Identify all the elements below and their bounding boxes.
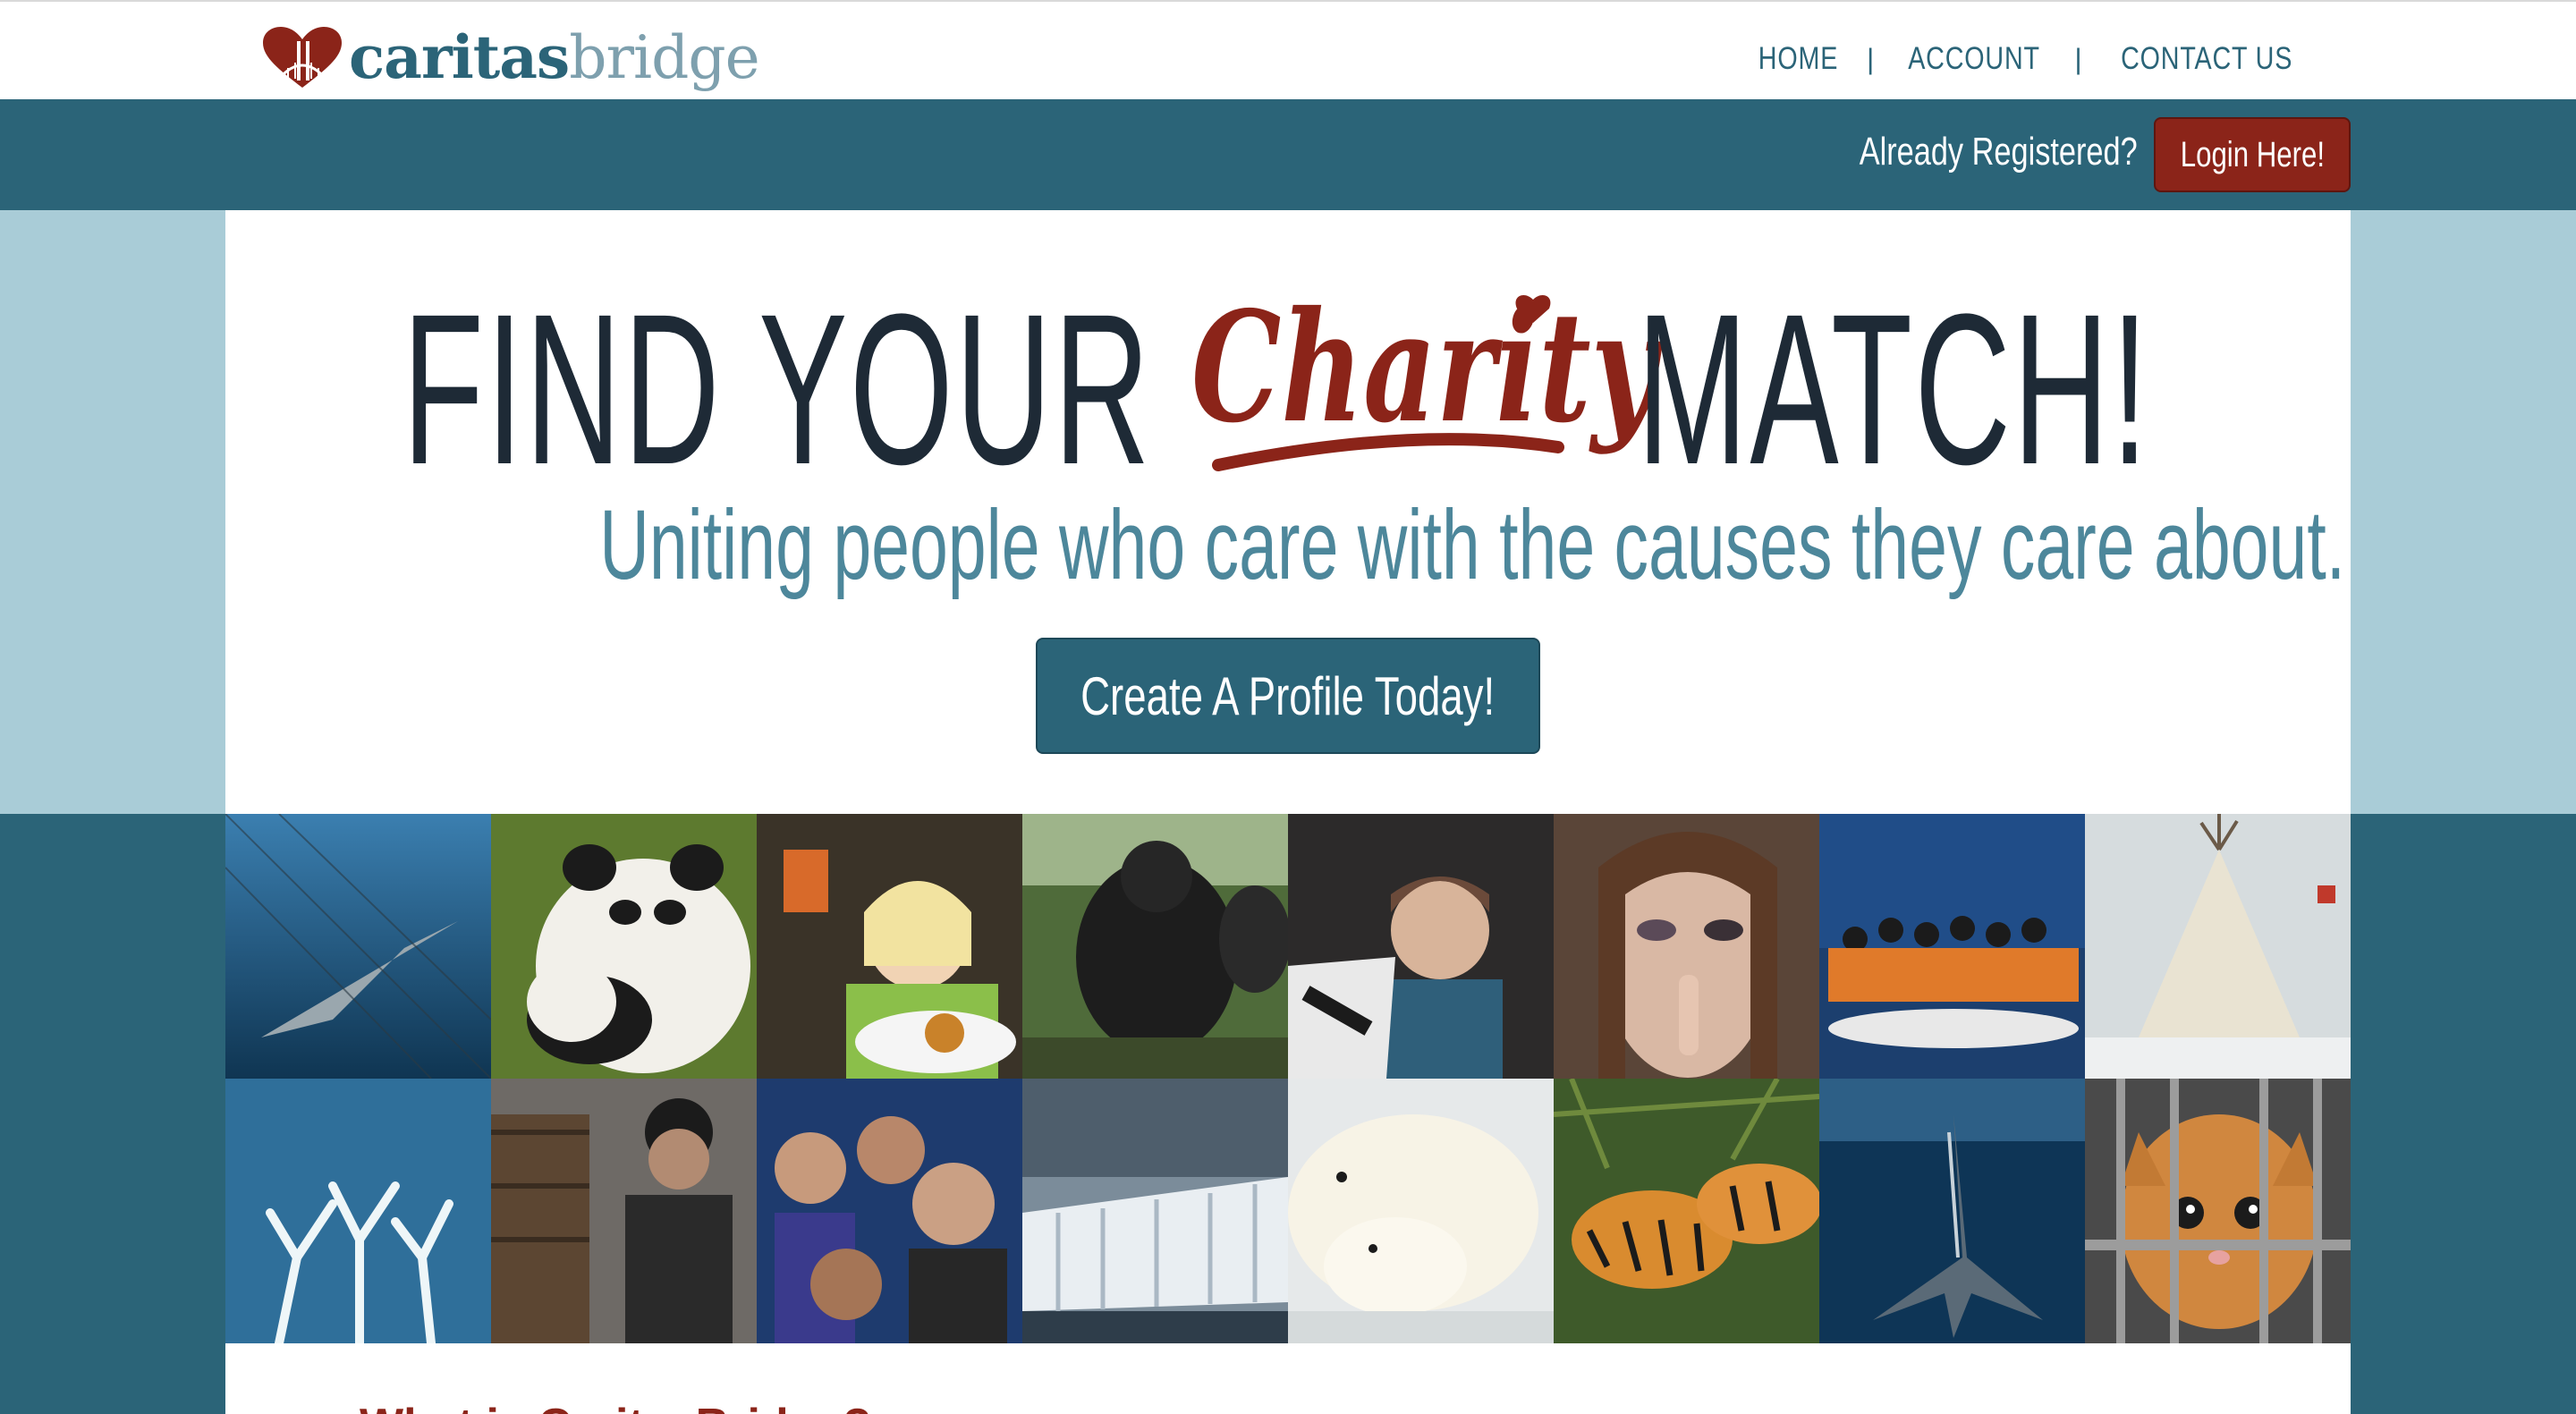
hero-tagline: Uniting people who care with the causes … [225,496,2351,595]
photo-caged-cat [2085,1079,2351,1343]
headline-find-your: FIND YOUR [402,269,1153,509]
top-header: caritasbridge HOME | ACCOUNT | CONTACT U… [0,0,2576,99]
photo-refugee-child [1288,814,1554,1079]
headline-match: MATCH! [1637,269,2151,509]
logo-text-light: bridge [569,22,759,92]
heart-bridge-logo-icon [263,27,342,88]
photo-tigers [1554,1079,1819,1343]
nav-contact-us[interactable]: CONTACT US [2121,41,2292,77]
about-section: What is CaritasBridge? [225,1343,2351,1414]
login-button-label: Login Here! [2180,134,2325,174]
photo-shark-in-net [225,814,491,1079]
photo-homeless-man [491,1079,757,1343]
already-registered-text: Already Registered? [1860,130,2138,174]
nav-account[interactable]: ACCOUNT [1909,41,2041,77]
about-section-title: What is CaritasBridge? [360,1399,871,1414]
photo-woman-bruised-face [1554,814,1819,1079]
photo-bleached-coral [225,1079,491,1343]
cause-photo-grid [225,814,2351,1343]
login-bar: Already Registered? Login Here! [0,99,2576,210]
photo-whale-tail [1819,1079,2085,1343]
photo-melting-glacier [1022,1079,1288,1343]
hero-tagline-text: Uniting people who care with the causes … [599,490,2346,600]
login-button[interactable]: Login Here! [2154,117,2351,192]
photo-children-crowd [757,1079,1022,1343]
nav-home[interactable]: HOME [1758,41,1838,77]
logo-wordmark: caritasbridge [349,28,760,88]
site-logo[interactable]: caritasbridge [261,21,760,93]
create-profile-button[interactable]: Create A Profile Today! [1036,638,1540,754]
photo-pandas [491,814,757,1079]
hero-headline: FIND YOUR Charity MATCH! [225,264,2351,496]
photo-gorilla [1022,814,1288,1079]
photo-migrant-boat [1819,814,2085,1079]
photo-child-with-food [757,814,1022,1079]
create-profile-label: Create A Profile Today! [1080,665,1496,726]
nav-divider: | [1867,42,1875,75]
main-nav: HOME | ACCOUNT | CONTACT US [1750,41,2311,77]
logo-text-bold: caritas [349,21,570,92]
photo-tipi-camp [2085,814,2351,1079]
hero-panel: FIND YOUR Charity MATCH! Uniting people … [225,210,2351,814]
charity-script-text: Charity [1191,278,1664,457]
nav-divider: | [2074,42,2082,75]
photo-polar-bears [1288,1079,1554,1343]
